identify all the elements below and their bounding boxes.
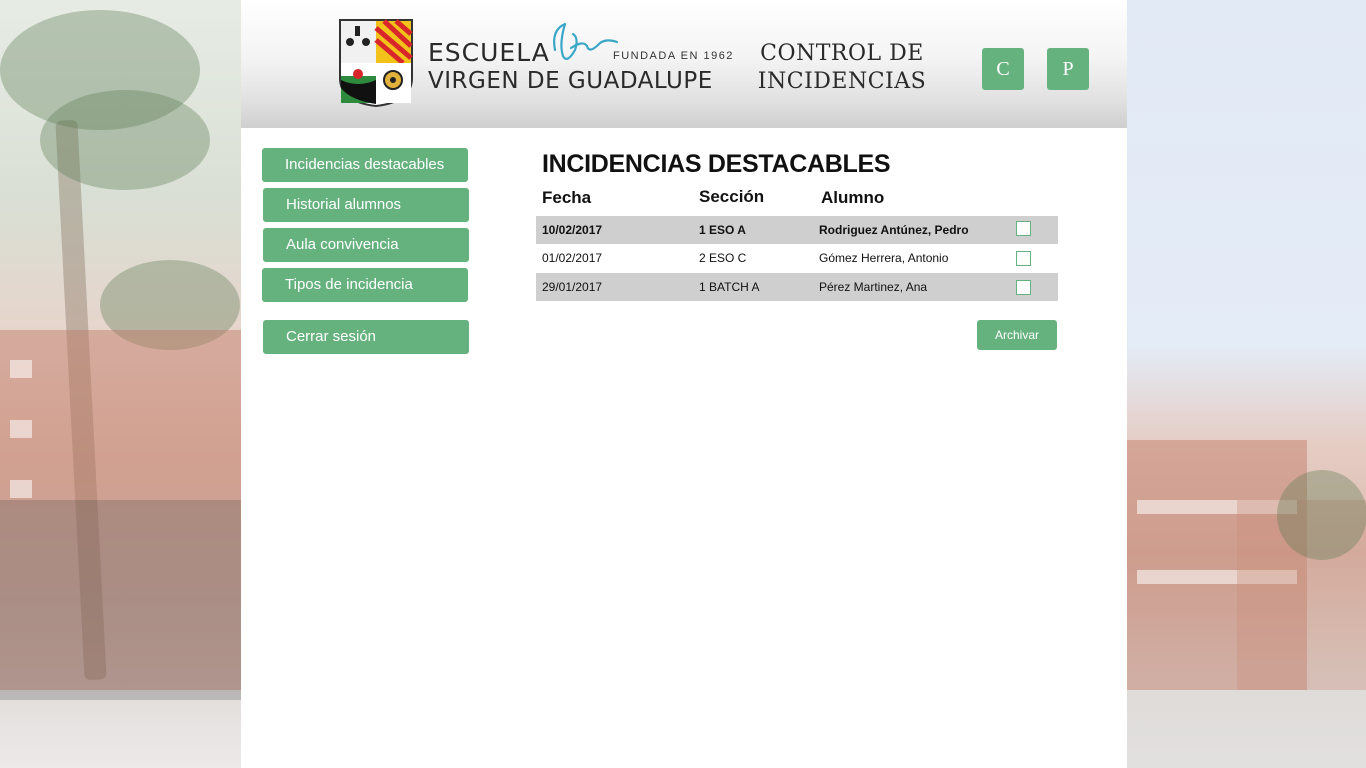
background-photo-left xyxy=(0,0,241,768)
cell-seccion: 2 ESO C xyxy=(699,251,747,265)
cell-fecha: 01/02/2017 xyxy=(542,251,603,265)
row-checkbox[interactable] xyxy=(1016,280,1031,295)
school-name-line1: ESCUELA xyxy=(428,38,550,67)
main-container: ESCUELA FUNDADA EN 1962 VIRGEN DE GUADAL… xyxy=(241,0,1127,768)
sidebar-item-incidencias-destacables[interactable]: Incidencias destacables xyxy=(262,148,468,182)
sidebar-item-tipos-de-incidencia[interactable]: Tipos de incidencia xyxy=(262,268,468,302)
sidebar-item-historial-alumnos[interactable]: Historial alumnos xyxy=(263,188,469,222)
column-header-fecha: Fecha xyxy=(542,188,592,207)
table-row[interactable]: 01/02/2017 2 ESO C Gómez Herrera, Antoni… xyxy=(536,244,1058,272)
cell-seccion: 1 ESO A xyxy=(699,223,746,237)
app-title: CONTROL DE INCIDENCIAS xyxy=(747,40,937,96)
cell-fecha: 10/02/2017 xyxy=(542,223,603,237)
background-photo-right xyxy=(1127,0,1366,768)
cell-seccion: 1 BATCH A xyxy=(699,280,760,294)
archive-button[interactable]: Archivar xyxy=(977,320,1057,350)
app-title-line1: CONTROL DE xyxy=(760,41,924,66)
school-name-line2: VIRGEN DE GUADALUPE xyxy=(428,68,713,94)
cell-alumno: Gómez Herrera, Antonio xyxy=(819,251,949,265)
founded-text: FUNDADA EN 1962 xyxy=(613,50,734,62)
sidebar-item-aula-convivencia[interactable]: Aula convivencia xyxy=(263,228,469,262)
c-button[interactable]: C xyxy=(982,48,1024,90)
page-title: INCIDENCIAS DESTACABLES xyxy=(542,150,891,178)
cell-alumno: Rodriguez Antúnez, Pedro xyxy=(819,223,969,237)
row-checkbox[interactable] xyxy=(1016,221,1031,236)
header: ESCUELA FUNDADA EN 1962 VIRGEN DE GUADAL… xyxy=(241,0,1127,128)
logout-button[interactable]: Cerrar sesión xyxy=(263,320,469,354)
table-row[interactable]: 29/01/2017 1 BATCH A Pérez Martinez, Ana xyxy=(536,273,1058,301)
school-crest-icon xyxy=(339,19,413,108)
row-checkbox[interactable] xyxy=(1016,251,1031,266)
cell-alumno: Pérez Martinez, Ana xyxy=(819,280,928,294)
column-header-seccion: Sección xyxy=(699,187,765,206)
cell-fecha: 29/01/2017 xyxy=(542,280,603,294)
column-header-alumno: Alumno xyxy=(821,188,885,207)
p-button[interactable]: P xyxy=(1047,48,1089,90)
table-row[interactable]: 10/02/2017 1 ESO A Rodriguez Antúnez, Pe… xyxy=(536,216,1058,244)
app-title-line2: INCIDENCIAS xyxy=(757,69,927,94)
signature-logo-icon xyxy=(553,22,619,60)
